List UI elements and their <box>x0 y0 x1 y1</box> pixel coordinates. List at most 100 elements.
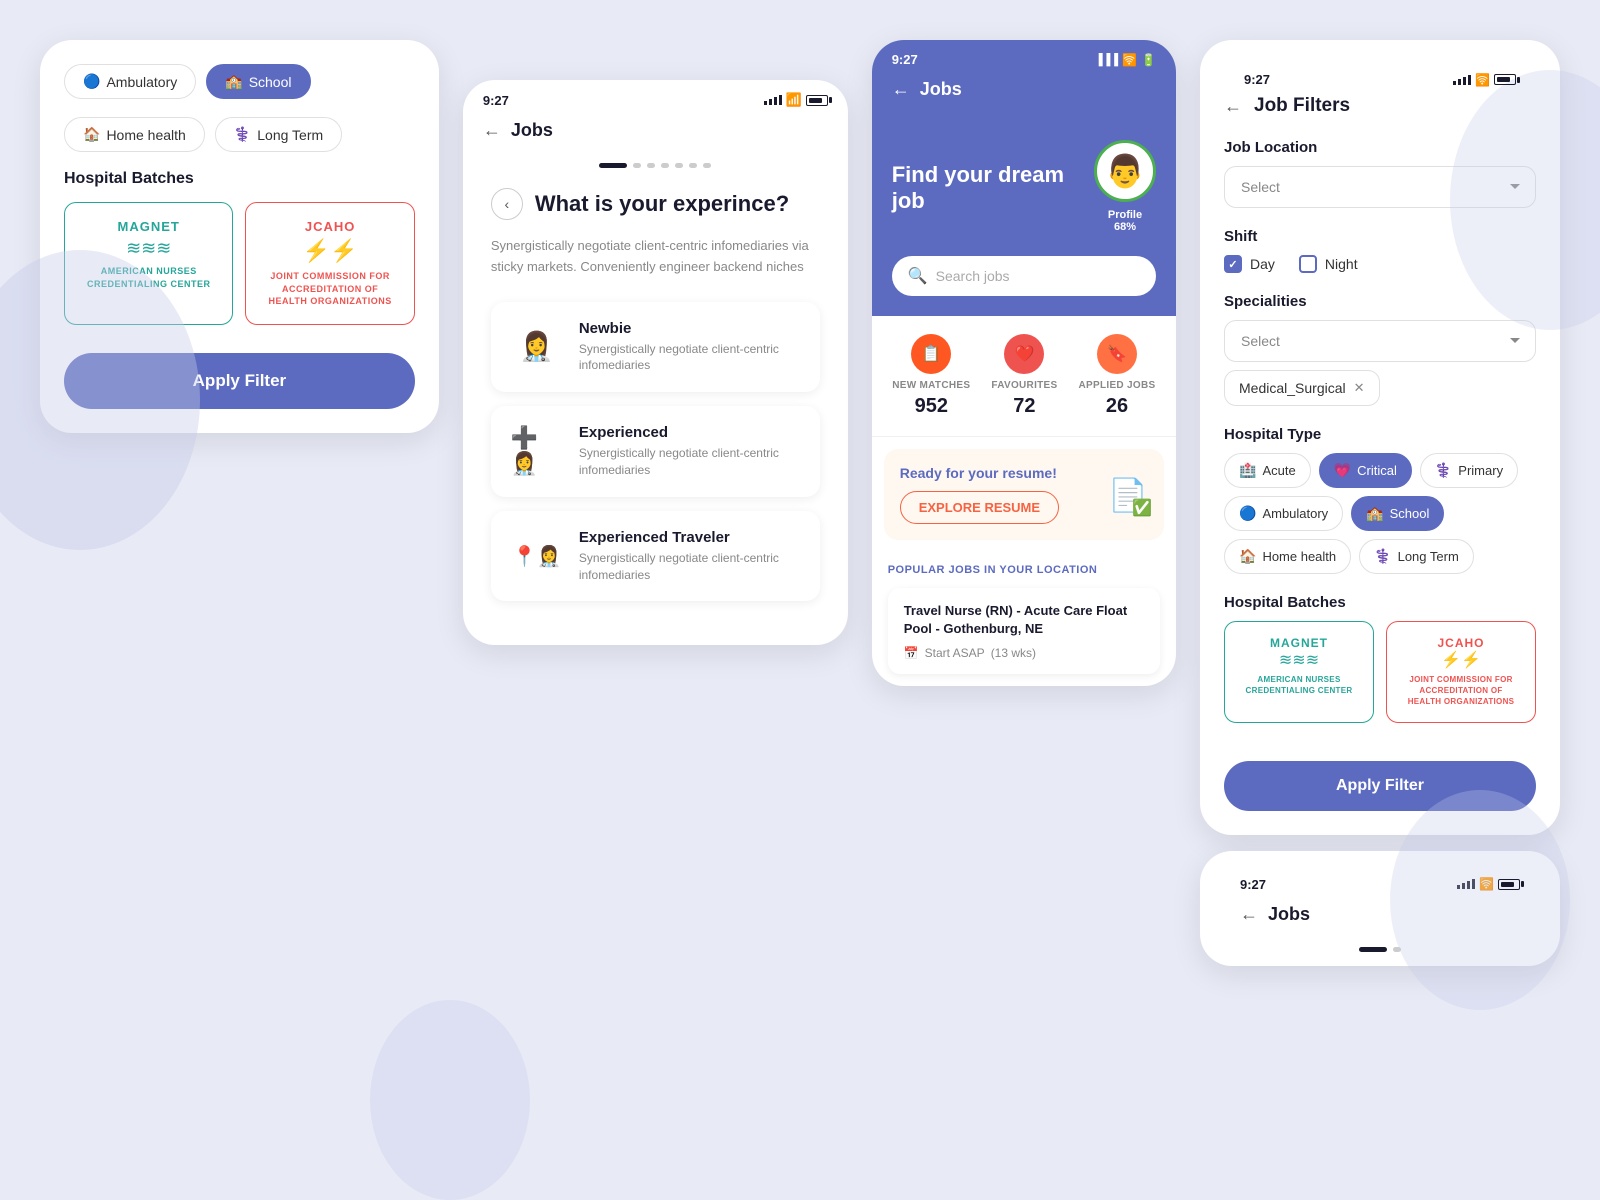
nav-title-experience: Jobs <box>511 120 553 141</box>
batch-jcaho-right[interactable]: JCAHO ⚡⚡ JOINT COMMISSION FORACCREDITATI… <box>1386 621 1536 723</box>
specialities-section: Specialities Select Medical_Surgical ✕ <box>1224 293 1536 406</box>
hosp-tag-home-health[interactable]: 🏠 Home health <box>1224 539 1351 574</box>
batch-jcaho-left[interactable]: JCAHO ⚡⚡ JOINT COMMISSION FORACCREDITATI… <box>245 202 414 325</box>
batch-magnet-title: MAGNET <box>77 219 220 234</box>
shift-night-check[interactable]: Night <box>1299 255 1358 273</box>
dot-3 <box>647 163 655 168</box>
tag-home-health[interactable]: 🏠 Home health <box>64 117 205 152</box>
filter-title-right: Job Filters <box>1254 95 1350 117</box>
stats-row: 📋 NEW MATCHES 952 ❤️ FAVOURITES 72 🔖 APP… <box>872 316 1176 437</box>
filter-tags-row-2: 🏠 Home health ⚕️ Long Term <box>64 117 415 152</box>
favourites-icon: ❤️ <box>1004 334 1044 374</box>
tag-ambulatory[interactable]: 🔵 Ambulatory <box>64 64 196 99</box>
batch-magnet-left[interactable]: MAGNET ≋≋≋ AMERICAN NURSESCREDENTIALING … <box>64 202 233 325</box>
status-icons-experience: 📶 <box>764 92 828 108</box>
popular-jobs-section: POPULAR JOBS IN YOUR LOCATION Travel Nur… <box>872 552 1176 686</box>
location-label: Job Location <box>1224 139 1536 156</box>
job-duration: (13 wks) <box>991 646 1036 660</box>
dots-row-bottom <box>1200 947 1560 966</box>
apply-filter-btn-left[interactable]: Apply Filter <box>64 353 415 409</box>
back-arrow-circle[interactable]: ‹ <box>491 188 523 220</box>
home-health-hosp-icon: 🏠 <box>1239 548 1256 565</box>
primary-icon: ⚕️ <box>1435 462 1452 479</box>
tag-long-term[interactable]: ⚕️ Long Term <box>215 117 342 152</box>
favourites-value: 72 <box>991 395 1057 418</box>
status-bar-experience: 9:27 📶 <box>463 80 848 112</box>
wifi-icon: 📶 <box>786 92 802 108</box>
profile-avatar: 👨 <box>1094 140 1156 202</box>
hosp-tag-long-term[interactable]: ⚕️ Long Term <box>1359 539 1474 574</box>
nav-title-dream: Jobs <box>920 79 962 100</box>
experienced-text: Experienced Synergistically negotiate cl… <box>579 424 800 479</box>
batch-magnet-right-sub: AMERICAN NURSESCREDENTIALING CENTER <box>1235 674 1363 696</box>
battery-dream-icon: 🔋 <box>1141 53 1156 67</box>
dot-bottom-1 <box>1359 947 1387 952</box>
newbie-desc: Synergistically negotiate client-centric… <box>579 341 800 375</box>
time-filters: 9:27 <box>1244 72 1270 87</box>
remove-specialty-icon[interactable]: ✕ <box>1354 380 1365 396</box>
search-bar-wrap: 🔍 Search jobs <box>872 256 1176 316</box>
job-start: Start ASAP <box>925 646 985 660</box>
long-term-hosp-icon: ⚕️ <box>1374 548 1391 565</box>
signal-icon <box>764 95 782 105</box>
experience-question-text: What is your experince? <box>535 190 789 219</box>
newbie-text: Newbie Synergistically negotiate client-… <box>579 320 800 375</box>
experienced-desc: Synergistically negotiate client-centric… <box>579 445 800 479</box>
back-btn-bottom[interactable]: ← <box>1240 904 1258 925</box>
resume-title: Ready for your resume! <box>900 465 1059 481</box>
specialities-select[interactable]: Select <box>1224 320 1536 362</box>
school-label: School <box>1390 506 1430 521</box>
experience-card-traveler[interactable]: 📍👩‍⚕️ Experienced Traveler Synergistical… <box>491 511 820 602</box>
tag-school[interactable]: 🏫 School <box>206 64 310 99</box>
batch-magnet-right[interactable]: MAGNET ≋≋≋ AMERICAN NURSESCREDENTIALING … <box>1224 621 1374 723</box>
explore-resume-btn[interactable]: EXPLORE RESUME <box>900 491 1059 524</box>
experience-card-newbie[interactable]: 👩‍⚕️ Newbie Synergistically negotiate cl… <box>491 302 820 393</box>
experience-description: Synergistically negotiate client-centric… <box>491 236 820 278</box>
battery-bottom-icon <box>1498 879 1520 890</box>
critical-label: Critical <box>1357 463 1397 478</box>
long-term-right-label: Long Term <box>1398 549 1459 564</box>
applied-jobs-icon: 🔖 <box>1097 334 1137 374</box>
hosp-tag-school[interactable]: 🏫 School <box>1351 496 1444 531</box>
critical-icon: 💗 <box>1334 462 1351 479</box>
apply-filter-btn-right[interactable]: Apply Filter <box>1224 761 1536 811</box>
favourites-label: FAVOURITES <box>991 380 1057 391</box>
time-experience: 9:27 <box>483 93 509 108</box>
batch-magnet-sub: AMERICAN NURSESCREDENTIALING CENTER <box>77 265 220 290</box>
back-btn-dream[interactable]: ← <box>892 79 910 100</box>
right-col: 9:27 🛜 ← Job Filters <box>1200 40 1560 966</box>
hosp-tag-primary[interactable]: ⚕️ Primary <box>1420 453 1518 488</box>
dot-5 <box>675 163 683 168</box>
specialty-tag-label: Medical_Surgical <box>1239 380 1346 396</box>
status-icons-dream: ▐▐▐ 🛜 🔋 <box>1095 53 1156 67</box>
panel-jobs-bottom: 9:27 🛜 ← Jobs <box>1200 851 1560 966</box>
stat-new-matches: 📋 NEW MATCHES 952 <box>892 334 970 418</box>
experience-card-experienced[interactable]: ➕👩‍⚕️ Experienced Synergistically negoti… <box>491 406 820 497</box>
status-bar-filters: 9:27 🛜 <box>1224 60 1536 91</box>
resume-banner: Ready for your resume! EXPLORE RESUME 📄✅ <box>884 449 1164 540</box>
hosp-tag-ambulatory[interactable]: 🔵 Ambulatory <box>1224 496 1343 531</box>
new-matches-icon: 📋 <box>911 334 951 374</box>
dot-4 <box>661 163 669 168</box>
batch-jcaho-title: JCAHO <box>258 219 401 234</box>
job-title: Travel Nurse (RN) - Acute Care Float Poo… <box>904 602 1144 638</box>
back-btn-experience[interactable]: ← <box>483 120 501 141</box>
search-bar[interactable]: 🔍 Search jobs <box>892 256 1156 296</box>
bottom-status-bar: 9:27 🛜 ← Jobs <box>1200 851 1560 947</box>
magnet-wave-right-icon: ≋≋≋ <box>1235 650 1363 670</box>
back-btn-filters[interactable]: ← <box>1224 96 1242 117</box>
hosp-tag-acute[interactable]: 🏥 Acute <box>1224 453 1311 488</box>
location-select[interactable]: Select <box>1224 166 1536 208</box>
ambulatory-label: Ambulatory <box>1262 506 1328 521</box>
dot-7 <box>703 163 711 168</box>
specialities-label: Specialities <box>1224 293 1536 310</box>
job-card[interactable]: Travel Nurse (RN) - Acute Care Float Poo… <box>888 588 1160 674</box>
popular-label: POPULAR JOBS IN YOUR LOCATION <box>888 564 1160 576</box>
signal-bottom-icon <box>1457 879 1475 889</box>
job-meta: 📅 Start ASAP (13 wks) <box>904 646 1144 660</box>
shift-day-check[interactable]: Day <box>1224 255 1275 273</box>
hosp-tag-critical[interactable]: 💗 Critical <box>1319 453 1412 488</box>
day-checkbox[interactable] <box>1224 255 1242 273</box>
dot-2 <box>633 163 641 168</box>
night-checkbox[interactable] <box>1299 255 1317 273</box>
